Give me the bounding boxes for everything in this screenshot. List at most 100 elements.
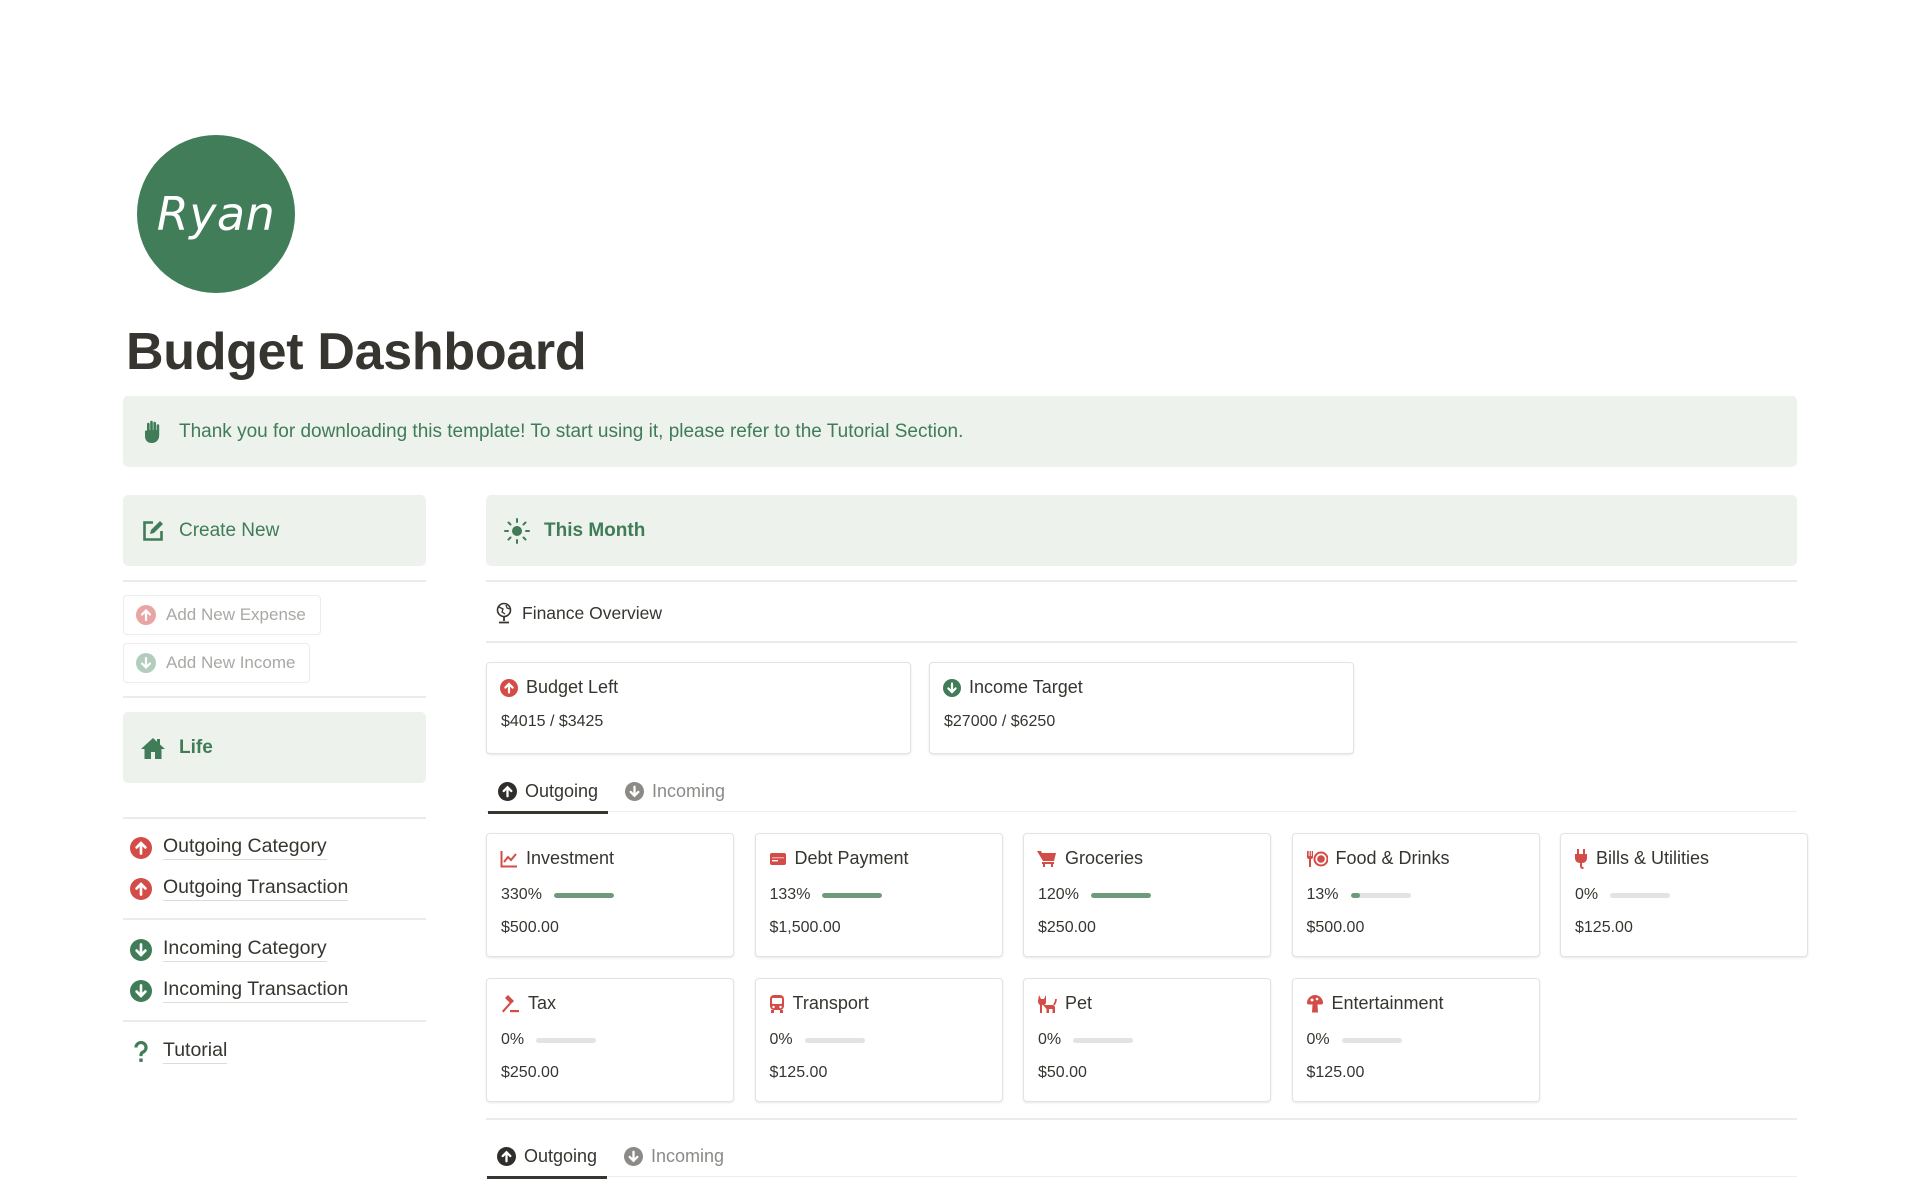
progress-percent: 0% <box>1306 1031 1330 1048</box>
progress-percent: 0% <box>1575 886 1599 903</box>
tab-outgoing[interactable]: Outgoing <box>486 1135 608 1179</box>
category-amount: $50.00 <box>1038 1064 1087 1081</box>
progress-row: 0% <box>1307 1031 1402 1049</box>
category-name: Entertainment <box>1331 993 1444 1013</box>
nav-incoming-category[interactable]: Incoming Category <box>123 929 426 970</box>
arrow-up-circle-icon <box>500 678 518 697</box>
tab-incoming[interactable]: Incoming <box>624 1135 724 1177</box>
divider <box>123 696 426 698</box>
nav-incoming-transaction[interactable]: Incoming Transaction <box>123 970 426 1011</box>
progress-percent: 0% <box>769 1031 793 1048</box>
divider <box>123 918 426 920</box>
life-callout[interactable]: Life <box>123 712 426 783</box>
category-amount: $125.00 <box>769 1064 828 1081</box>
nav-outgoing-transaction[interactable]: Outgoing Transaction <box>123 868 426 909</box>
arrow-down-circle-icon <box>625 781 644 801</box>
arrow-up-circle-icon <box>497 1146 516 1166</box>
arrow-up-circle-icon <box>136 605 156 625</box>
sun-icon <box>504 517 530 544</box>
progress-row: 133% <box>770 886 883 904</box>
card-value: $4015 / $3425 <box>501 713 604 730</box>
progress-row: 0% <box>501 1031 597 1049</box>
progress-row: 0% <box>1038 1031 1134 1049</box>
chart-line-icon <box>500 850 518 868</box>
category-name: Transport <box>792 993 869 1013</box>
mushroom-icon <box>1306 994 1324 1014</box>
overview-card-income-target[interactable]: Income Target $27000 / $6250 <box>929 662 1354 754</box>
progress-bar <box>1350 892 1411 898</box>
category-card[interactable]: Food & Drinks 13% $500.00 <box>1291 833 1540 957</box>
main-content: This Month Finance Overview Budget Left … <box>486 495 1808 1179</box>
banner-text: Thank you for downloading this template!… <box>179 420 964 442</box>
cat-icon <box>1037 994 1057 1014</box>
arrow-up-circle-icon <box>130 877 152 900</box>
progress-row: 13% <box>1307 886 1411 904</box>
category-amount: $1,500.00 <box>769 919 841 936</box>
category-card[interactable]: Tax 0% $250.00 <box>486 978 734 1102</box>
progress-row: 0% <box>770 1031 865 1049</box>
category-card[interactable]: Debt Payment 133% $1,500.00 <box>754 833 1003 957</box>
progress-bar-fill <box>822 892 883 898</box>
gavel-icon <box>500 994 520 1014</box>
progress-bar <box>804 1037 865 1043</box>
tab-outgoing[interactable]: Outgoing <box>487 770 609 814</box>
divider <box>123 580 426 582</box>
progress-bar <box>1341 1037 1402 1043</box>
category-card-header: Transport <box>769 993 869 1014</box>
category-card-header: Investment <box>500 848 614 869</box>
category-card-header: Debt Payment <box>769 848 909 869</box>
category-card[interactable]: Transport 0% $125.00 <box>754 978 1003 1102</box>
progress-percent: 0% <box>1038 1031 1062 1048</box>
category-card[interactable]: Bills & Utilities 0% $125.00 <box>1560 833 1808 957</box>
progress-row: 330% <box>501 886 614 904</box>
globe-icon <box>496 602 512 624</box>
divider <box>123 1020 426 1022</box>
category-tabs: Outgoing Incoming <box>486 770 1797 814</box>
arrow-up-circle-icon <box>130 836 152 859</box>
progress-bar-fill <box>1350 892 1360 898</box>
create-new-label: Create New <box>179 519 280 541</box>
category-amount: $250.00 <box>1038 919 1096 936</box>
progress-percent: 0% <box>501 1031 525 1048</box>
progress-bar <box>1073 1037 1134 1043</box>
progress-bar <box>536 1037 597 1043</box>
overview-card-budget-left[interactable]: Budget Left $4015 / $3425 <box>486 662 911 754</box>
cart-icon <box>1037 850 1057 868</box>
credit-card-icon <box>769 850 787 868</box>
nav-outgoing-category[interactable]: Outgoing Category <box>123 827 426 868</box>
progress-bar-fill <box>553 892 614 898</box>
category-card[interactable]: Pet 0% $50.00 <box>1023 978 1271 1102</box>
category-card[interactable]: Entertainment 0% $125.00 <box>1291 978 1540 1102</box>
arrow-down-circle-icon <box>136 653 156 673</box>
category-card[interactable]: Investment 330% $500.00 <box>486 833 734 957</box>
finance-overview-heading: Finance Overview <box>486 583 662 643</box>
category-name: Tax <box>528 993 557 1013</box>
category-card[interactable]: Groceries 120% $250.00 <box>1023 833 1271 957</box>
progress-percent: 13% <box>1306 886 1339 903</box>
avatar-text: Ryan <box>156 187 276 241</box>
category-card-header: Tax <box>500 993 556 1014</box>
progress-bar-fill <box>1090 892 1151 898</box>
home-icon <box>141 737 165 759</box>
arrow-down-circle-icon <box>943 678 961 697</box>
category-amount: $250.00 <box>501 1064 559 1081</box>
progress-bar <box>1090 892 1151 898</box>
category-card-header: Pet <box>1037 993 1092 1014</box>
welcome-banner: Thank you for downloading this template!… <box>123 396 1797 467</box>
card-value: $27000 / $6250 <box>944 713 1056 730</box>
plug-icon <box>1574 848 1588 869</box>
arrow-down-circle-icon <box>624 1146 643 1166</box>
arrow-up-circle-icon <box>498 781 517 801</box>
this-month-label: This Month <box>544 519 646 541</box>
add-new-expense-button[interactable]: Add New Expense <box>123 595 321 635</box>
arrow-down-circle-icon <box>130 938 152 961</box>
tab-incoming[interactable]: Incoming <box>625 770 725 812</box>
nav-tutorial[interactable]: Tutorial <box>123 1031 426 1072</box>
category-name: Bills & Utilities <box>1596 848 1710 868</box>
category-card-header: Entertainment <box>1306 993 1444 1014</box>
sidebar: Create New Add New Expense Add New Incom… <box>123 495 426 1072</box>
progress-percent: 120% <box>1038 886 1079 903</box>
add-new-income-button[interactable]: Add New Income <box>123 643 311 683</box>
progress-bar <box>553 892 614 898</box>
category-name: Investment <box>526 848 615 868</box>
